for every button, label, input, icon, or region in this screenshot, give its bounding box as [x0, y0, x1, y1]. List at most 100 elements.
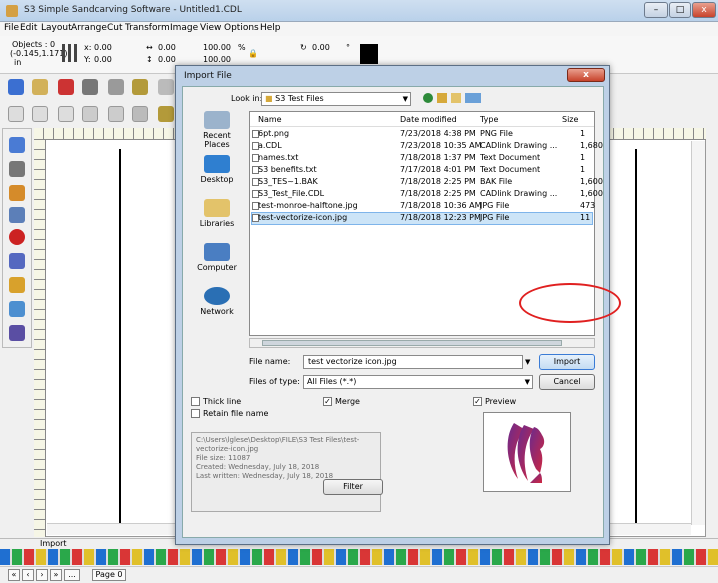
close-button[interactable]: x: [692, 2, 716, 18]
rotation-value[interactable]: 0.00: [312, 43, 330, 52]
zoom-tool-icon[interactable]: [9, 207, 25, 223]
back-icon[interactable]: [423, 93, 433, 103]
thick-line-checkbox[interactable]: [191, 397, 200, 406]
menu-cut[interactable]: Cut: [107, 23, 123, 33]
menu-view[interactable]: View: [200, 23, 221, 33]
file-name-field[interactable]: test vectorize icon.jpg: [303, 355, 523, 369]
color-swatch[interactable]: [360, 44, 378, 64]
place-label: Libraries: [199, 219, 235, 228]
new-folder-icon[interactable]: [451, 93, 461, 103]
file-row[interactable]: names.txt 7/18/2018 1:37 PM Text Document 1: [252, 153, 592, 164]
up-folder-icon[interactable]: [437, 93, 447, 103]
more-pages-button[interactable]: ...: [64, 569, 80, 581]
file-type: Text Document: [480, 165, 541, 174]
file-row[interactable]: 6pt.png 7/23/2018 4:38 PM PNG File 1: [252, 129, 592, 140]
place-computer[interactable]: Computer: [191, 243, 243, 272]
column-date[interactable]: Date modified: [400, 115, 457, 124]
y-value[interactable]: 0.00: [94, 55, 112, 64]
chevron-down-icon: ▼: [524, 378, 530, 386]
column-type[interactable]: Type: [480, 115, 498, 124]
anchor-grid-icon[interactable]: [62, 44, 78, 62]
move-icon[interactable]: [8, 106, 24, 122]
menu-edit[interactable]: Edit: [20, 23, 37, 33]
scale-h-value[interactable]: 100.00: [203, 55, 231, 64]
weld-icon[interactable]: [158, 106, 174, 122]
desktop-icon: [204, 155, 230, 173]
fill-tool-icon[interactable]: [9, 301, 25, 317]
new-file-icon[interactable]: [8, 79, 24, 95]
next-page-button[interactable]: ›: [36, 569, 48, 581]
file-row[interactable]: test-vectorize-icon.jpg 7/18/2018 12:23 P…: [251, 212, 593, 225]
page-icon[interactable]: [158, 79, 174, 95]
place-desktop[interactable]: Desktop: [191, 155, 243, 184]
retain-name-checkbox[interactable]: [191, 409, 200, 418]
filter-button[interactable]: Filter: [323, 479, 383, 495]
file-list[interactable]: Name Date modified Type Size 6pt.png 7/23…: [249, 111, 603, 336]
undo-icon[interactable]: [58, 106, 74, 122]
mirror-icon[interactable]: [82, 106, 98, 122]
first-page-button[interactable]: «: [8, 569, 20, 581]
menu-arrange[interactable]: Arrange: [71, 23, 107, 33]
file-list-scrollbar[interactable]: [249, 338, 595, 348]
scrollbar-thumb[interactable]: [262, 340, 562, 346]
merge-checkbox[interactable]: ✓: [323, 397, 332, 406]
open-file-icon[interactable]: [32, 79, 48, 95]
stencil-icon[interactable]: [132, 106, 148, 122]
minimize-button[interactable]: –: [644, 2, 668, 18]
dialog-close-button[interactable]: x: [567, 68, 605, 82]
scale-w-value[interactable]: 100.00: [203, 43, 231, 52]
node-tool-icon[interactable]: [9, 161, 25, 177]
menu-help[interactable]: Help: [260, 23, 281, 33]
menu-file[interactable]: File: [4, 23, 19, 33]
shape-tool-icon[interactable]: [9, 229, 25, 245]
menu-options[interactable]: Options: [224, 23, 259, 33]
pen-tool-icon[interactable]: [9, 277, 25, 293]
canvas-vscrollbar[interactable]: [691, 141, 705, 525]
maximize-button[interactable]: □: [669, 2, 691, 18]
lock-icon[interactable]: 🔒: [248, 49, 258, 58]
file-row[interactable]: S3_TES~1.BAK 7/18/2018 2:25 PM BAK File 1,6…: [252, 177, 603, 188]
color-palette[interactable]: [0, 549, 718, 565]
cancel-button[interactable]: Cancel: [539, 374, 595, 390]
view-menu-icon[interactable]: [465, 93, 481, 103]
place-recent[interactable]: Recent Places: [191, 111, 243, 149]
text-tool-icon[interactable]: [9, 185, 25, 201]
info-path: C:\Users\lglese\Desktop\FILE\S3 Test Fil…: [196, 436, 360, 444]
page-tab[interactable]: Page 0: [92, 569, 126, 581]
cut-tool-icon[interactable]: [108, 79, 124, 95]
eyedropper-tool-icon[interactable]: [9, 325, 25, 341]
menu-image[interactable]: Image: [170, 23, 198, 33]
place-libraries[interactable]: Libraries: [191, 199, 243, 228]
vectorize-icon[interactable]: [132, 79, 148, 95]
column-size[interactable]: Size: [562, 115, 578, 124]
page-bar: « ‹ › » ... Page 0: [0, 566, 718, 583]
width-icon: ↔: [146, 43, 153, 52]
look-in-value: S3 Test Files: [275, 94, 324, 103]
preview-checkbox[interactable]: ✓: [473, 397, 482, 406]
column-name[interactable]: Name: [258, 115, 282, 124]
erase-icon[interactable]: [108, 106, 124, 122]
group-icon[interactable]: [32, 106, 48, 122]
prev-page-button[interactable]: ‹: [22, 569, 34, 581]
select-tool-icon[interactable]: [9, 137, 25, 153]
x-value[interactable]: 0.00: [94, 43, 112, 52]
width-value[interactable]: 0.00: [158, 43, 176, 52]
look-in-combo[interactable]: ■ S3 Test Files ▼: [261, 92, 411, 106]
file-row[interactable]: S3 benefits.txt 7/17/2018 4:01 PM Text Doc…: [252, 165, 592, 176]
height-value[interactable]: 0.00: [158, 55, 176, 64]
print-icon[interactable]: [82, 79, 98, 95]
file-row[interactable]: a.CDL 7/23/2018 10:35 AM CADlink Drawing .…: [252, 141, 603, 152]
last-page-button[interactable]: »: [50, 569, 62, 581]
file-type: CADlink Drawing ...: [480, 189, 558, 198]
file-row[interactable]: test-monroe-halftone.jpg 7/18/2018 10:36 …: [252, 201, 595, 212]
page-boundary-right: [635, 149, 637, 529]
file-name-dropdown-icon[interactable]: ▼: [525, 358, 530, 366]
draw-tool-icon[interactable]: [9, 253, 25, 269]
file-type-combo[interactable]: All Files (*.*) ▼: [303, 375, 533, 389]
save-icon[interactable]: [58, 79, 74, 95]
import-button[interactable]: Import: [539, 354, 595, 370]
place-network[interactable]: Network: [191, 287, 243, 316]
menu-layout[interactable]: Layout: [41, 23, 72, 33]
file-row[interactable]: S3_Test_File.CDL 7/18/2018 2:25 PM CADlink…: [252, 189, 603, 200]
menu-transform[interactable]: Transform: [125, 23, 170, 33]
